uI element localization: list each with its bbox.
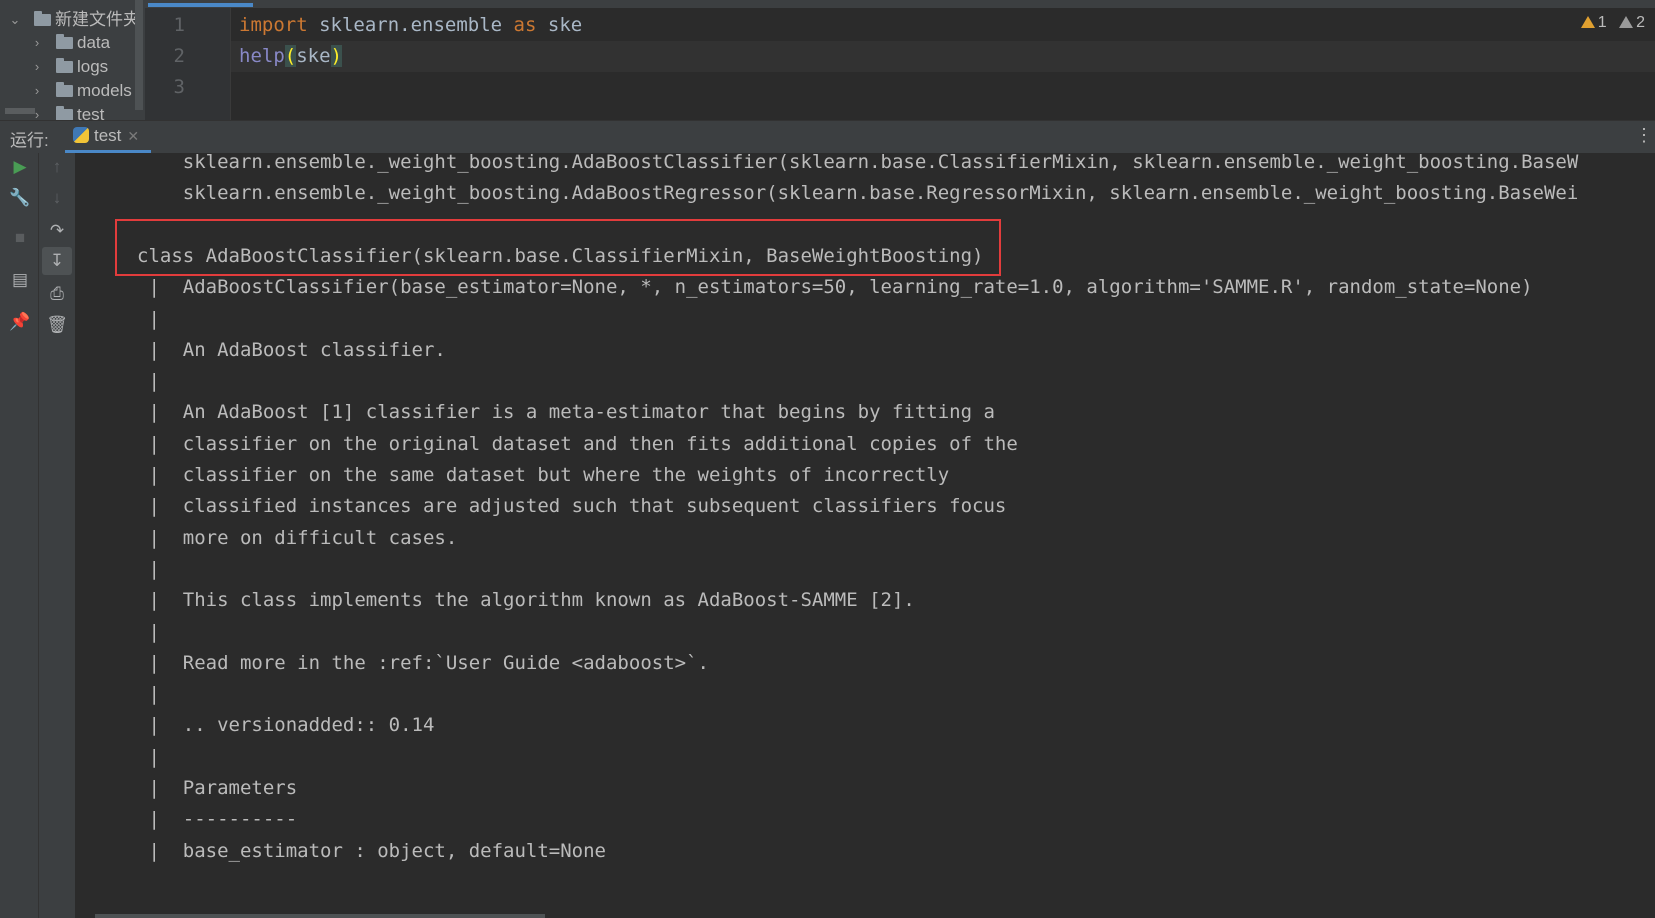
console-line: | Read more in the :ref:`User Guide <ada… [137,651,709,674]
chevron-right-icon[interactable]: › [30,79,44,103]
run-tool-window-header: 运行: test ✕ ⋮ [0,120,1655,154]
stop-icon[interactable]: ■ [5,224,35,252]
line-number-gutter: 1 2 3 [145,8,231,120]
print-icon[interactable]: ⎙ [42,280,72,308]
wrench-icon[interactable]: 🔧 [5,184,35,212]
console-line: | base_estimator : object, default=None [137,839,606,862]
tree-folder-label: data [77,33,111,52]
console-line: | [137,307,160,330]
project-tree: ⌄ 新建文件夹 › data › logs › models › test [0,0,145,120]
highlight-annotation-box [115,219,1001,276]
options-icon[interactable]: ⋮ [1635,125,1653,146]
code-token: ske [296,45,331,67]
console-line: | An AdaBoost classifier. [137,338,446,361]
console-line: | ---------- [137,808,298,831]
console-line: | An AdaBoost [1] classifier is a meta-e… [137,401,995,424]
keyword-token: as [513,14,537,36]
scroll-to-end-icon[interactable]: ↧ [42,247,72,275]
weak-warning-icon [1619,16,1634,28]
chevron-right-icon[interactable]: › [30,31,44,55]
tree-horizontal-scrollbar[interactable] [5,108,35,114]
console-line: | more on difficult cases. [137,526,458,549]
active-editor-tab[interactable] [148,3,253,7]
code-token: sklearn.ensemble [307,14,514,36]
console-line: | [137,745,160,768]
run-toolbar: ▶ 🔧 ■ ▤ 📌 [0,153,38,918]
keyword-token: import [239,14,308,36]
console-line: | [137,557,160,580]
layout-icon[interactable]: ▤ [5,266,35,294]
console-toolbar: ↑ ↓ ↷ ↧ ⎙ 🗑 [38,153,75,918]
code-line-2[interactable]: help(ske) [239,45,342,67]
run-tab-test[interactable]: test ✕ [65,121,152,153]
run-tab-label: test [94,126,122,145]
code-token: ske [536,14,583,36]
editor-tab-strip [145,0,1655,8]
python-icon [73,127,89,143]
tree-root-label: 新建文件夹 [55,10,140,29]
down-arrow-icon[interactable]: ↓ [42,184,72,212]
chevron-right-icon[interactable]: › [30,55,44,79]
folder-icon [56,58,73,73]
run-label: 运行: [10,131,49,150]
warning-icon [1580,16,1595,28]
pin-icon[interactable]: 📌 [5,308,35,336]
folder-icon [56,34,73,49]
code-line-1[interactable]: import sklearn.ensemble as ske [239,14,582,36]
console-line: | [137,370,160,393]
up-arrow-icon[interactable]: ↑ [42,153,72,181]
run-icon[interactable]: ▶ [5,153,35,181]
console-horizontal-scrollbar[interactable] [95,914,545,918]
current-line-highlight [231,41,1655,72]
console-line: | This class implements the algorithm kn… [137,589,915,612]
console-line: | [137,620,160,643]
console-line: | AdaBoostClassifier(base_estimator=None… [137,276,1533,299]
code-editor[interactable]: 1 2 3 import sklearn.ensemble as ske hel… [145,0,1655,120]
folder-icon [56,82,73,97]
console-line: | classified instances are adjusted such… [137,495,1007,518]
line-number: 1 [173,14,185,36]
tree-folder-label: logs [77,57,109,76]
console-line: | .. versionadded:: 0.14 [137,714,435,737]
console-line: | classifier on the same dataset but whe… [137,464,950,486]
paren-token: ) [330,45,342,67]
warning-count: 1 [1597,14,1607,31]
console-line: sklearn.ensemble._weight_boosting.AdaBoo… [137,153,1579,173]
folder-icon [34,11,51,26]
inspection-widget[interactable]: 1 2 [1580,14,1645,32]
line-number: 3 [173,76,185,98]
console-line: | [137,683,160,706]
soft-wrap-icon[interactable]: ↷ [42,217,72,245]
trash-icon[interactable]: 🗑 [42,311,72,339]
close-icon[interactable]: ✕ [127,128,139,144]
console-line: | classifier on the original dataset and… [137,432,1018,455]
weak-warning-count: 2 [1636,14,1645,31]
folder-icon [56,106,73,120]
chevron-down-icon[interactable]: ⌄ [8,8,22,32]
tree-folder-label: test [77,105,105,120]
tree-vertical-scrollbar[interactable] [135,0,143,110]
console-output[interactable]: sklearn.ensemble._weight_boosting.AdaBoo… [75,153,1655,918]
tree-folder-label: models [77,81,132,100]
builtin-token: help [239,45,285,67]
line-number: 2 [173,45,185,67]
console-line: | Parameters [137,777,298,799]
paren-token: ( [284,45,297,67]
console-line: sklearn.ensemble._weight_boosting.AdaBoo… [137,182,1579,205]
